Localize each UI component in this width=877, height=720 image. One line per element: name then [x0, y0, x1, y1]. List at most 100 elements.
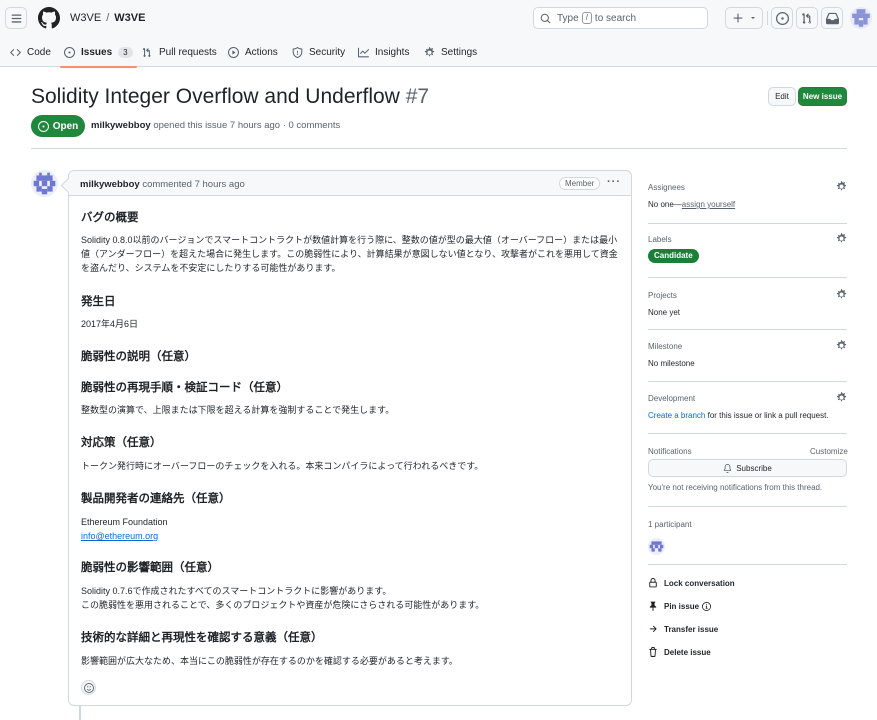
github-logo-icon[interactable]	[38, 7, 60, 29]
tab-actions[interactable]: Actions	[228, 38, 278, 67]
gear-icon	[836, 289, 847, 299]
issue-opened-icon	[775, 11, 789, 25]
create-new-button[interactable]	[725, 7, 763, 29]
sidebar-divider	[648, 433, 847, 434]
contact-email-link[interactable]: info@ethereum.org	[81, 529, 621, 543]
issue-title-text: Solidity Integer Overflow and Underflow	[31, 85, 400, 108]
delete-issue-button[interactable]: Delete issue	[648, 645, 711, 659]
issues-shortcut-button[interactable]	[771, 7, 793, 29]
development-label: Development	[648, 394, 696, 403]
tab-security[interactable]: Security	[292, 38, 345, 67]
comment-author-link[interactable]: milkywebboy	[80, 179, 140, 190]
projects-settings-button[interactable]	[836, 289, 847, 300]
identicon-avatar-icon	[648, 538, 665, 555]
assignees-none: No one—	[648, 200, 682, 209]
section-text: Ethereum Foundation	[81, 517, 168, 527]
tab-pull-requests[interactable]: Pull requests	[142, 38, 217, 67]
section-heading: 対応策（任意）	[81, 437, 162, 449]
comment-options-button[interactable]: ···	[607, 176, 621, 188]
tab-actions-label: Actions	[245, 47, 278, 58]
inbox-icon	[825, 12, 839, 24]
member-badge: Member	[559, 177, 601, 190]
pin-issue-button[interactable]: Pin issue	[648, 599, 712, 613]
comment-time[interactable]: commented 7 hours ago	[142, 179, 244, 190]
sidebar-divider	[648, 506, 847, 507]
development-value: Create a branch for this issue or link a…	[648, 411, 829, 420]
create-branch-link[interactable]: Create a branch	[648, 411, 705, 420]
play-icon	[228, 47, 239, 58]
section-text: この脆弱性を悪用されることで、多くのプロジェクトや資産が危険にさらされる可能性が…	[81, 600, 485, 610]
search-prefix: Type	[557, 12, 579, 24]
notifications-note: You're not receiving notifications from …	[648, 483, 823, 492]
issue-opened-icon	[64, 47, 75, 58]
tab-code[interactable]: Code	[10, 38, 51, 67]
section-text: 2017年4月6日	[81, 319, 139, 329]
section-heading: 製品開発者の連絡先（任意）	[81, 493, 231, 505]
smiley-icon	[83, 682, 94, 693]
repo-nav-tabs: Code Issues 3 Pull requests Actions Secu…	[0, 38, 877, 68]
gear-icon	[424, 47, 435, 57]
tab-issues-label: Issues	[81, 47, 113, 58]
participant-avatar[interactable]	[648, 538, 665, 555]
assignees-settings-button[interactable]	[836, 181, 847, 192]
label-candidate[interactable]: Candidate	[648, 249, 699, 263]
notifications-label: Notifications	[648, 447, 692, 456]
add-reaction-button[interactable]	[81, 680, 96, 695]
section-heading: 脆弱性の影響範囲（任意）	[81, 562, 219, 574]
hamburger-icon	[11, 13, 21, 23]
pull-requests-shortcut-button[interactable]	[796, 7, 818, 29]
delete-issue-label: Delete issue	[664, 647, 711, 657]
inbox-button[interactable]	[821, 7, 843, 29]
lock-conversation-button[interactable]: Lock conversation	[648, 576, 735, 590]
development-settings-button[interactable]	[836, 392, 847, 403]
git-pull-request-icon	[801, 12, 811, 24]
identicon-avatar-icon	[31, 170, 58, 197]
milestone-settings-button[interactable]	[836, 340, 847, 351]
comment-author-avatar[interactable]	[31, 170, 58, 197]
issue-opened-icon	[37, 120, 49, 132]
timeline-line	[79, 706, 81, 720]
section-heading: バグの概要	[81, 212, 139, 224]
issue-title: Solidity Integer Overflow and Underflow …	[31, 85, 429, 109]
milestone-value: No milestone	[648, 359, 695, 368]
info-icon[interactable]	[702, 601, 712, 611]
menu-button[interactable]	[5, 7, 27, 29]
lock-icon	[649, 578, 657, 588]
identicon-avatar-icon	[850, 7, 872, 29]
new-issue-button[interactable]: New issue	[798, 87, 847, 106]
sidebar-divider	[648, 329, 847, 330]
tab-settings[interactable]: Settings	[424, 38, 477, 67]
breadcrumb-repo[interactable]: W3VE	[114, 12, 145, 24]
issues-count-badge: 3	[118, 47, 133, 58]
section-text: Solidity 0.8.0以前のバージョンでスマートコントラクトが数値計算を行…	[81, 235, 618, 273]
transfer-issue-button[interactable]: Transfer issue	[648, 622, 718, 636]
title-divider	[31, 148, 847, 149]
labels-settings-button[interactable]	[836, 233, 847, 244]
tab-issues[interactable]: Issues 3	[60, 38, 137, 68]
section-text: Solidity 0.7.6で作成されたすべてのスマートコントラクトに影響があり…	[81, 586, 392, 596]
arrow-right-icon	[649, 625, 657, 632]
edit-button[interactable]: Edit	[768, 87, 796, 106]
breadcrumb-owner[interactable]: W3VE	[70, 12, 101, 24]
customize-notifications-link[interactable]: Customize	[810, 447, 848, 456]
issue-author-link[interactable]: milkywebboy	[91, 120, 151, 131]
assign-yourself-link[interactable]: assign yourself	[682, 200, 735, 209]
issue-number: #7	[405, 85, 430, 108]
issue-meta: milkywebboy opened this issue 7 hours ag…	[91, 120, 340, 131]
tab-code-label: Code	[27, 47, 51, 58]
comment-header-text: milkywebboy commented 7 hours ago	[80, 179, 245, 190]
git-pull-request-icon	[143, 48, 151, 57]
sidebar-divider	[648, 381, 847, 382]
comment-header: milkywebboy commented 7 hours ago Member…	[69, 171, 631, 196]
search-suffix: to search	[594, 12, 637, 24]
sidebar-divider	[648, 564, 847, 565]
sidebar-divider	[648, 277, 847, 278]
issue-state-badge: Open	[31, 115, 85, 137]
transfer-issue-label: Transfer issue	[664, 624, 719, 634]
user-avatar[interactable]	[850, 7, 872, 29]
search-input[interactable]: Type / to search	[533, 7, 708, 29]
tab-insights[interactable]: Insights	[358, 38, 409, 67]
subscribe-button[interactable]: Subscribe	[648, 459, 847, 477]
pin-issue-label: Pin issue	[664, 601, 700, 611]
breadcrumb-separator: /	[106, 12, 110, 24]
